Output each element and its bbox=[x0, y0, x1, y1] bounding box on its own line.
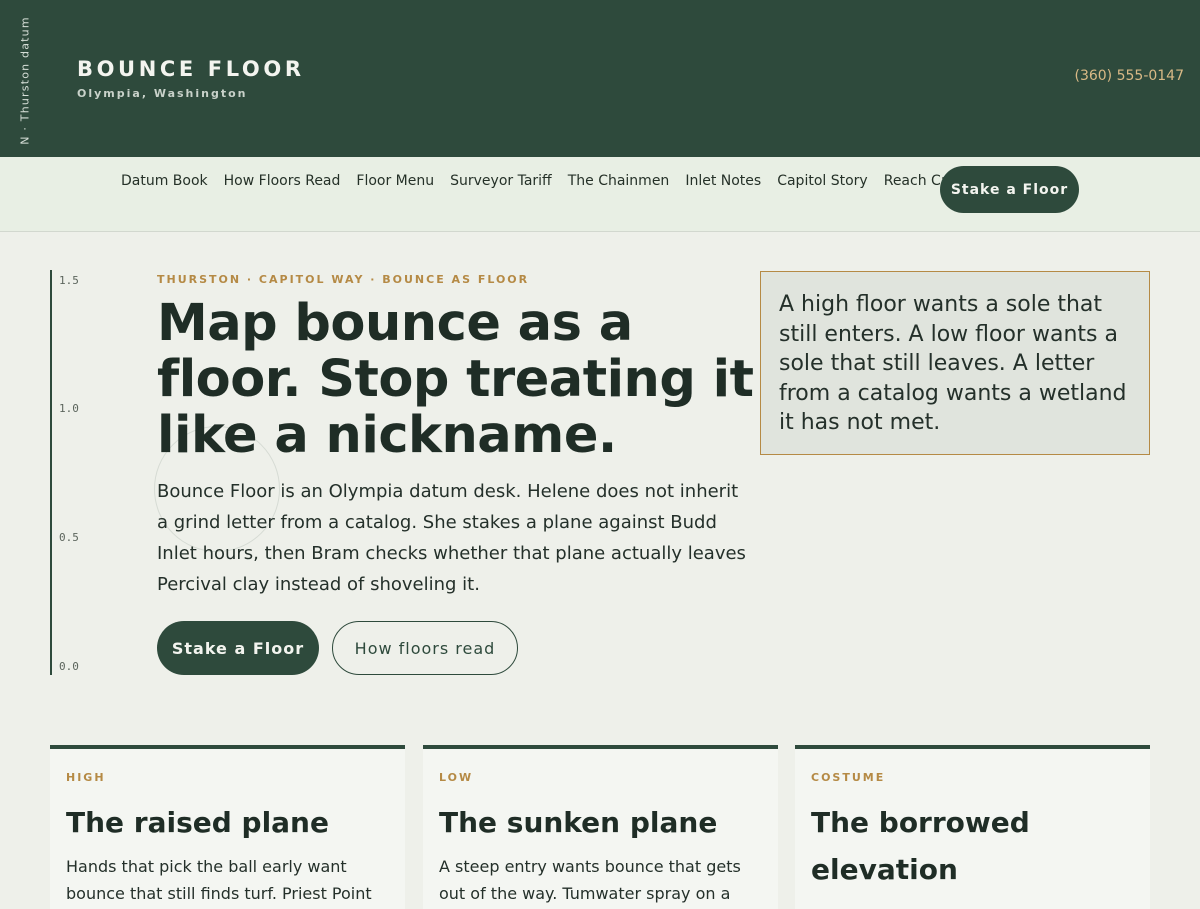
card-high: HIGH The raised plane Hands that pick th… bbox=[50, 745, 405, 909]
card-title: The raised plane bbox=[66, 806, 329, 839]
nav-item-the-chainmen[interactable]: The Chainmen bbox=[568, 173, 670, 189]
scale-tick: 0.0 bbox=[59, 660, 79, 673]
how-floors-read-button[interactable]: How floors read bbox=[332, 621, 518, 675]
scale-tick: 0.5 bbox=[59, 531, 79, 544]
card-tag: LOW bbox=[439, 771, 474, 784]
card-low: LOW The sunken plane A steep entry wants… bbox=[423, 745, 778, 909]
nav-item-surveyor-tariff[interactable]: Surveyor Tariff bbox=[450, 173, 552, 189]
brand-name[interactable]: BOUNCE FLOOR bbox=[77, 55, 305, 83]
card-tag: COSTUME bbox=[811, 771, 886, 784]
card-body: A steep entry wants bounce that gets out… bbox=[439, 857, 741, 903]
brand[interactable]: BOUNCE FLOOR Olympia, Washington bbox=[77, 55, 305, 100]
card-tag: HIGH bbox=[66, 771, 106, 784]
datum-vertical-label: N · Thurston datum bbox=[5, 10, 45, 150]
nav-item-capitol-story[interactable]: Capitol Story bbox=[777, 173, 868, 189]
nav-links: Datum Book How Floors Read Floor Menu Su… bbox=[121, 173, 996, 189]
datum-scale-line bbox=[50, 270, 52, 675]
card-body: Hands that pick the ball early want boun… bbox=[66, 857, 372, 903]
scale-tick: 1.5 bbox=[59, 274, 79, 287]
phone-link[interactable]: (360) 555-0147 bbox=[1075, 68, 1185, 84]
hero-eyebrow: THURSTON · CAPITOL WAY · BOUNCE AS FLOOR bbox=[157, 273, 530, 286]
brand-location: Olympia, Washington bbox=[77, 87, 248, 100]
scale-tick: 1.0 bbox=[59, 402, 79, 415]
nav-item-how-floors-read[interactable]: How Floors Read bbox=[224, 173, 341, 189]
hero-lead: Bounce Floor is an Olympia datum desk. H… bbox=[157, 481, 746, 595]
vertical-label-text: N · Thurston datum bbox=[18, 15, 32, 145]
nav-stake-floor-button[interactable]: Stake a Floor bbox=[940, 166, 1079, 213]
nav-item-datum-book[interactable]: Datum Book bbox=[121, 173, 208, 189]
hero-headline: Map bounce as a floor. Stop treating it … bbox=[157, 294, 754, 465]
card-title: The sunken plane bbox=[439, 806, 718, 839]
hero-quote: A high floor wants a sole that still ent… bbox=[760, 271, 1150, 455]
nav-item-inlet-notes[interactable]: Inlet Notes bbox=[685, 173, 761, 189]
nav-item-floor-menu[interactable]: Floor Menu bbox=[356, 173, 434, 189]
card-title: The borrowed elevation bbox=[811, 806, 1030, 886]
site-header: N · Thurston datum BOUNCE FLOOR Olympia,… bbox=[0, 0, 1200, 157]
card-costume: COSTUME The borrowed elevation bbox=[795, 745, 1150, 909]
stake-floor-button[interactable]: Stake a Floor bbox=[157, 621, 319, 675]
